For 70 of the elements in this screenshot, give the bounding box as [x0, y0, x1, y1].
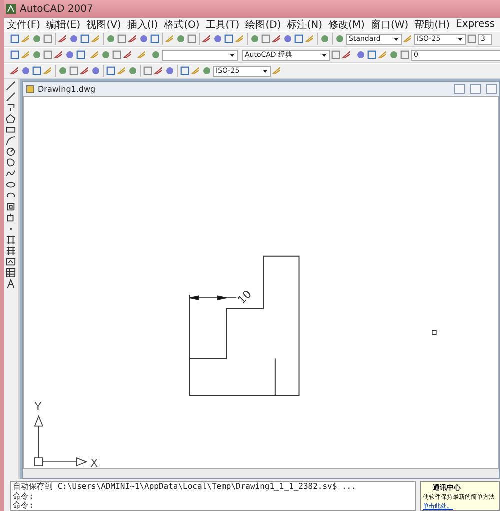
toolbar-icon[interactable]: [403, 34, 413, 44]
menu-item[interactable]: 帮助(H): [414, 18, 450, 32]
menu-item[interactable]: 修改(M): [328, 18, 365, 32]
toolbar-icon[interactable]: [91, 34, 101, 44]
draw-tool-icon[interactable]: [6, 246, 16, 256]
toolbar-icon[interactable]: [10, 66, 20, 76]
dimension-drawing: [190, 294, 238, 360]
draw-tool-icon[interactable]: [6, 103, 16, 113]
toolbar-icon[interactable]: [54, 50, 64, 60]
toolbar-icon[interactable]: [21, 34, 31, 44]
restore-button[interactable]: [470, 84, 481, 94]
menu-item[interactable]: 标注(N): [287, 18, 323, 32]
point-marker: [432, 330, 437, 336]
command-line: 命令:: [12, 501, 35, 510]
document-title: Drawing1.dwg: [38, 84, 97, 94]
toolbar-icon[interactable]: [272, 34, 282, 44]
toolbar-icon[interactable]: [191, 66, 201, 76]
draw-tool-icon[interactable]: [6, 213, 16, 223]
toolbar-icon[interactable]: [117, 66, 127, 76]
caret-icon: [394, 38, 399, 40]
toolbar-icon[interactable]: [202, 66, 212, 76]
toolbar-icon[interactable]: [202, 34, 212, 44]
draw-tool-icon[interactable]: [6, 81, 16, 91]
toolbar-icon[interactable]: [21, 50, 31, 60]
caret-icon: [230, 54, 235, 56]
caret-icon: [458, 38, 463, 40]
toolbar-icon[interactable]: [128, 34, 138, 44]
menu-item[interactable]: 插入(I): [127, 18, 158, 32]
app-logo-icon: [6, 4, 16, 14]
toolbar-icon[interactable]: [43, 66, 53, 76]
toolbar-icon[interactable]: [378, 50, 388, 60]
command-line: 自动保存到 C:\Users\ADMINI~1\AppData\Local\Temp\Drawing1_1_1_2382.sv$ ...: [12, 482, 358, 492]
toolbar-icon[interactable]: [154, 66, 164, 76]
axis-label: X: [90, 457, 98, 468]
empty-dropdown[interactable]: [162, 50, 238, 60]
toolbar-icon[interactable]: [80, 66, 90, 76]
caret-icon: [263, 70, 268, 72]
toolbar-icon[interactable]: [165, 34, 175, 44]
menu-item[interactable]: 视图(V): [86, 18, 122, 32]
menu-item[interactable]: 文件(F): [7, 18, 41, 32]
command-line: 命令:: [12, 492, 35, 501]
toolbar-icon[interactable]: [137, 50, 147, 60]
draw-tool-icon[interactable]: [6, 202, 16, 212]
toolbar-icon[interactable]: [235, 34, 245, 44]
axis-label: Y: [34, 400, 42, 414]
toolbar-icon[interactable]: [342, 50, 352, 60]
toolbar-icon[interactable]: [272, 66, 282, 76]
draw-tool-icon[interactable]: [6, 268, 16, 278]
menu-item[interactable]: Express: [456, 19, 496, 30]
draw-tool-icon[interactable]: [6, 279, 16, 289]
menu-item[interactable]: 绘图(D): [246, 18, 282, 32]
dimension-text: 10: [235, 288, 254, 307]
draw-tool-icon[interactable]: [6, 257, 16, 267]
toolbar-icon[interactable]: [90, 50, 100, 60]
close-button[interactable]: [486, 84, 497, 94]
caret-icon: [322, 54, 327, 56]
window-title: AutoCAD 2007: [20, 4, 94, 14]
toolbar-icon[interactable]: [305, 34, 315, 44]
document-icon: [26, 84, 35, 94]
menu-item[interactable]: 工具(T): [206, 18, 240, 32]
minimize-button[interactable]: [454, 84, 465, 94]
draw-tool-icon[interactable]: [6, 235, 16, 245]
toolbar-icon[interactable]: [467, 34, 477, 44]
menu-item[interactable]: 格式(O): [164, 18, 200, 32]
menu-item[interactable]: 编辑(E): [46, 18, 81, 32]
toolbar-icon[interactable]: [58, 34, 68, 44]
draw-tool-icon[interactable]: [6, 92, 16, 102]
menu-item[interactable]: 窗口(W): [370, 18, 409, 32]
toolbar-icon[interactable]: [123, 50, 133, 60]
draw-tool-icon[interactable]: [6, 147, 16, 157]
